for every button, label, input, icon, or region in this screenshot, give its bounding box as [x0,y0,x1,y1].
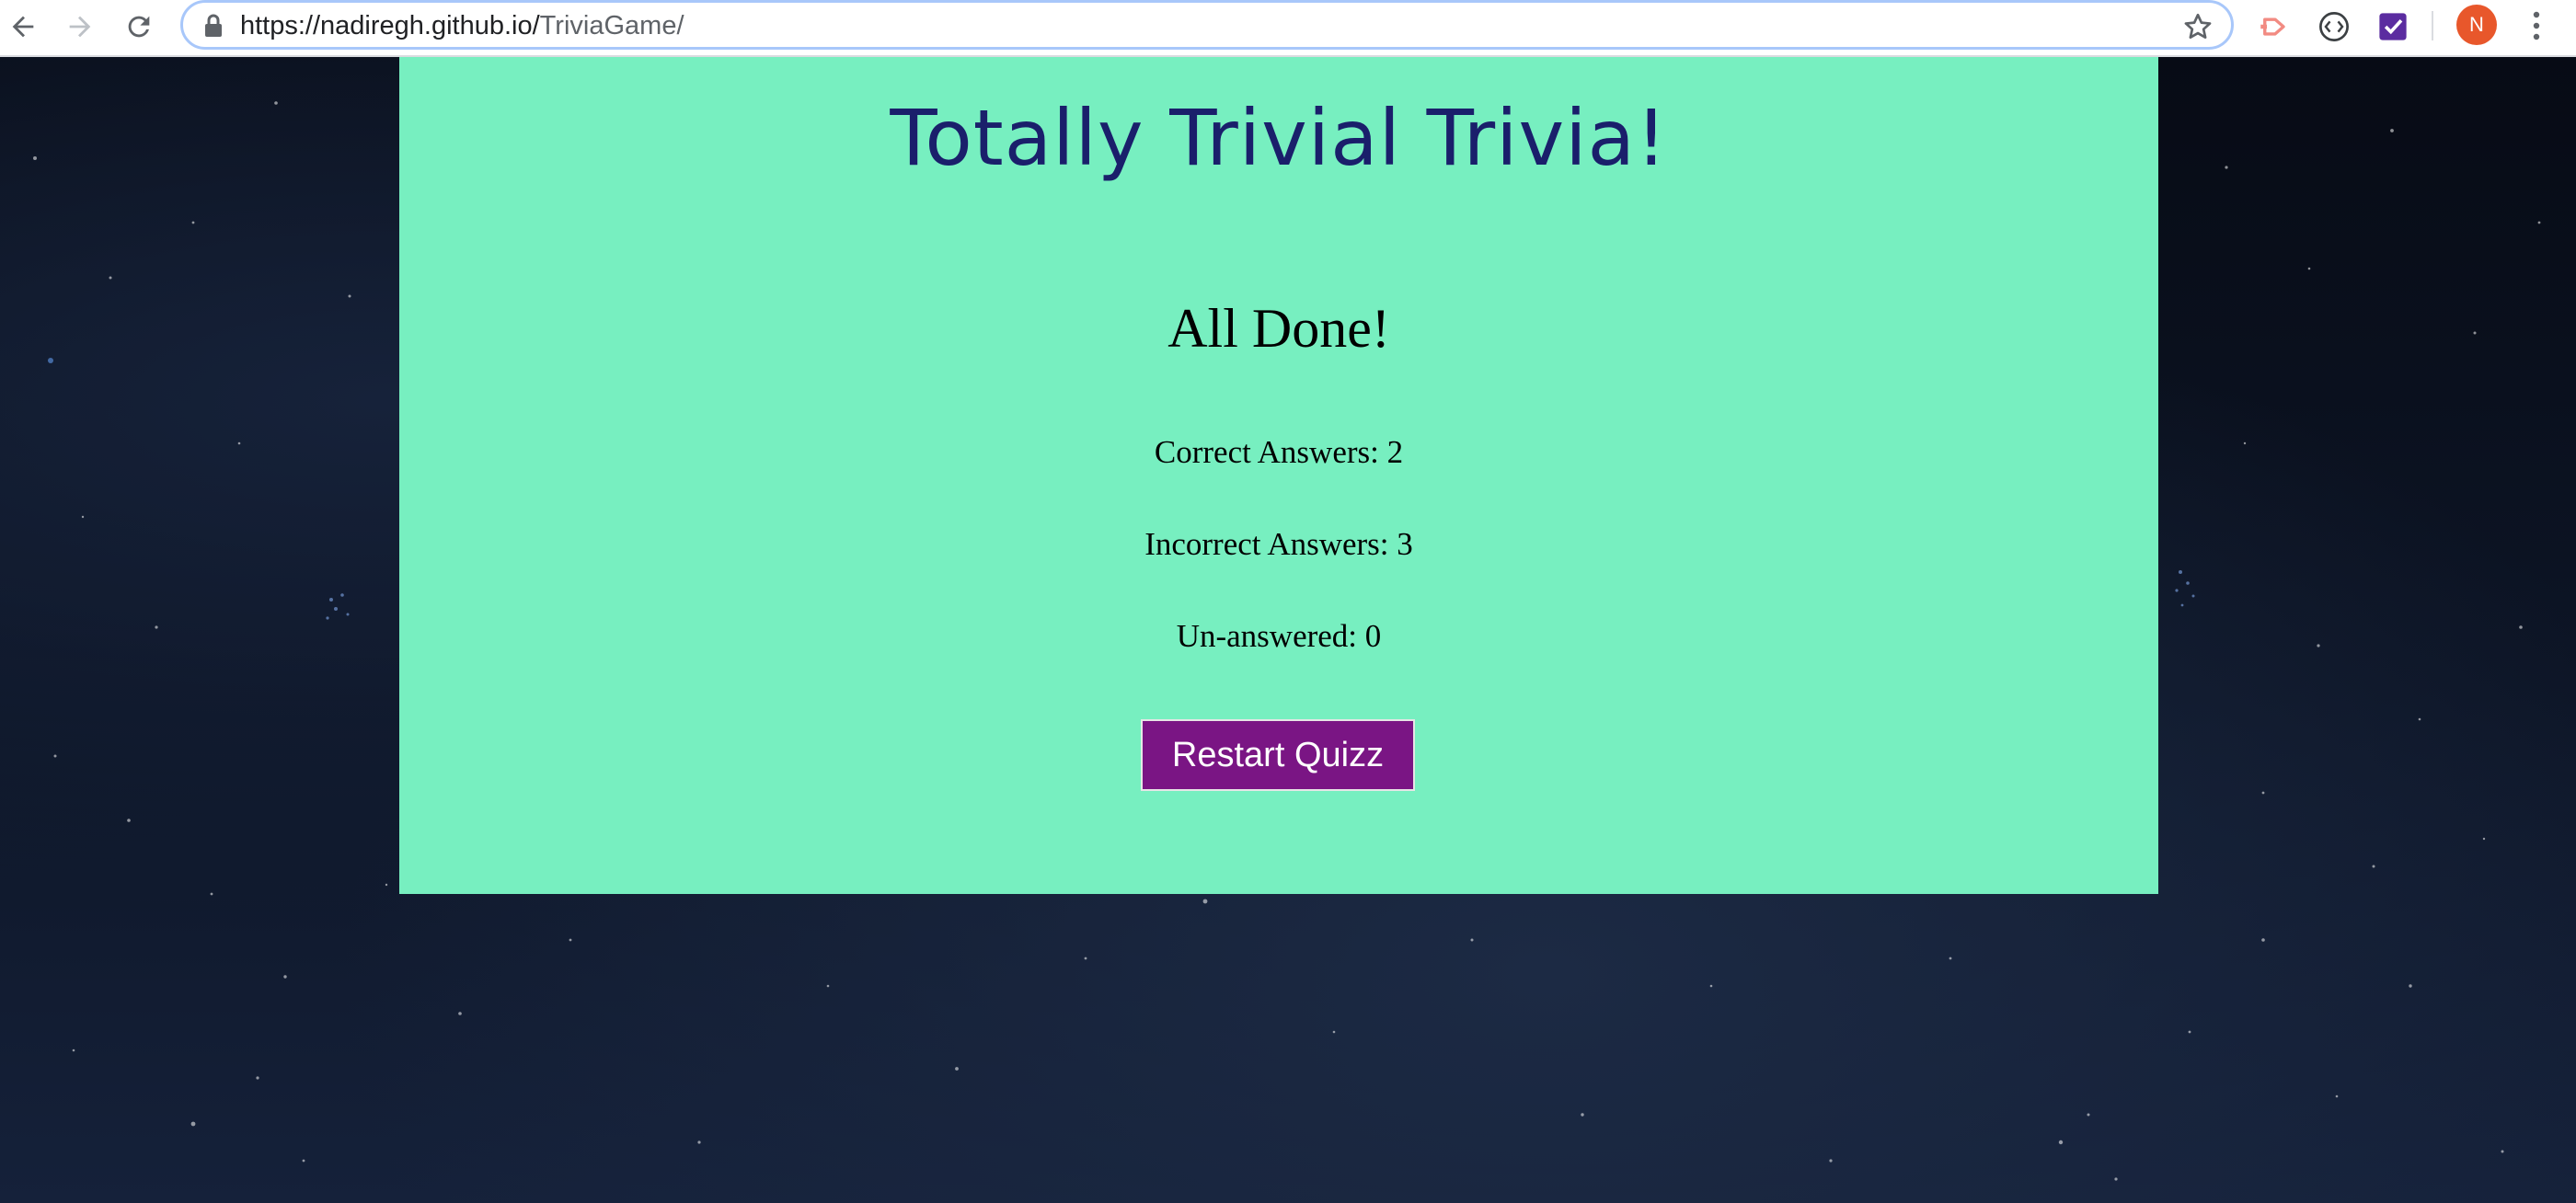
unanswered-count: Un-answered: 0 [1176,618,1382,654]
reload-icon [128,16,150,38]
page-background: Totally Trivial Trivia! All Done! Correc… [0,57,2576,1203]
reload-button[interactable] [118,6,160,48]
incorrect-answers-count: Incorrect Answers: 3 [1144,526,1413,562]
kebab-menu-icon[interactable] [2523,6,2550,46]
arrow-right-icon [69,16,91,38]
url-text[interactable]: https://nadiregh.github.io/TriviaGame/ [240,10,684,41]
forward-button[interactable] [59,6,101,48]
toolbar-divider [2432,11,2433,40]
star-icon[interactable] [2181,10,2214,43]
back-button[interactable] [2,6,44,48]
checkbox-icon[interactable] [2374,7,2412,46]
profile-avatar[interactable]: N [2456,5,2497,45]
restart-quiz-button[interactable]: Restart Quizz [1141,719,1415,791]
correct-answers-count: Correct Answers: 2 [1154,434,1404,470]
results-heading: All Done! [1167,298,1390,359]
url-path: TriviaGame/ [539,11,684,40]
browser-toolbar: https://nadiregh.github.io/TriviaGame/ N [0,0,2576,57]
url-host: https://nadiregh.github.io/ [240,11,540,40]
cast-icon[interactable] [2256,7,2294,46]
code-icon[interactable] [2315,7,2353,46]
address-bar[interactable]: https://nadiregh.github.io/TriviaGame/ [180,0,2234,50]
game-title: Totally Trivial Trivia! [890,93,1668,183]
lock-icon[interactable] [203,14,224,38]
arrow-left-icon [12,16,34,38]
quiz-card: Totally Trivial Trivia! All Done! Correc… [399,57,2158,894]
